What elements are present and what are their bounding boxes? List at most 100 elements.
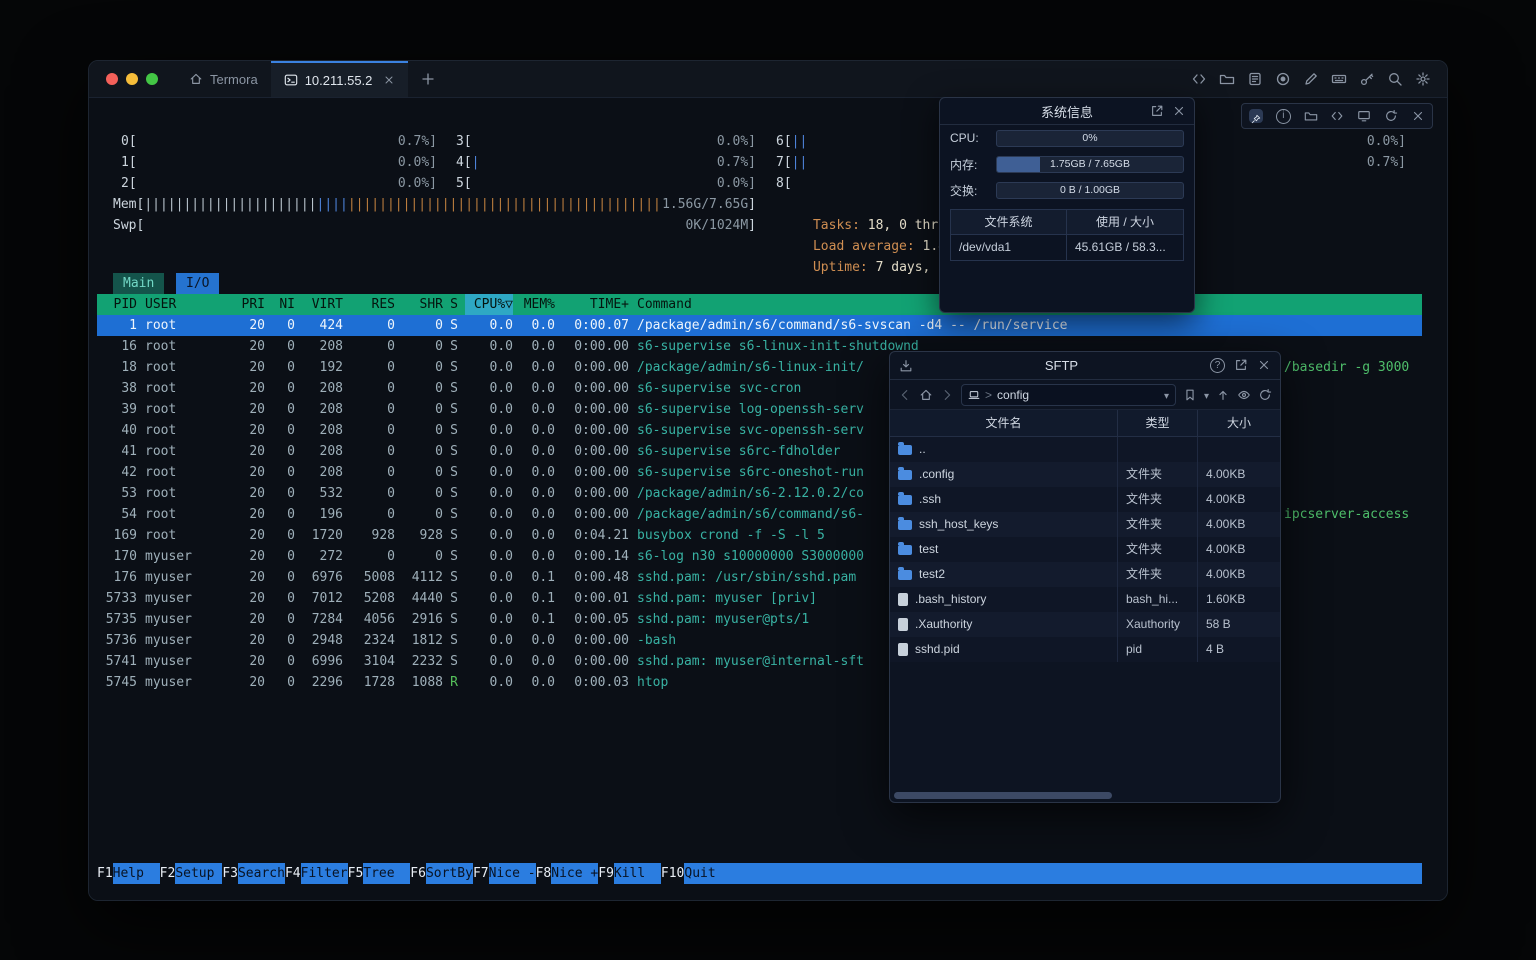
path-breadcrumb[interactable]: > config xyxy=(961,384,1176,406)
search-icon[interactable] xyxy=(1387,71,1403,87)
chevron-down-icon[interactable] xyxy=(1164,388,1169,402)
function-key[interactable]: F10 Quit xyxy=(661,863,731,884)
function-key[interactable]: F8 Nice + xyxy=(536,863,599,884)
sync-icon[interactable] xyxy=(1384,109,1398,123)
col-size[interactable]: 大小 xyxy=(1198,410,1280,436)
col-mem[interactable]: MEM% xyxy=(513,294,555,315)
cell-usage: 45.61GB / 58.3... xyxy=(1067,235,1183,260)
col-filename[interactable]: 文件名 xyxy=(890,410,1118,436)
function-key[interactable]: F2 Setup xyxy=(160,863,223,884)
tab-session[interactable]: 10.211.55.2 xyxy=(271,61,409,97)
file-row[interactable]: test 文件夹 4.00KB xyxy=(890,537,1280,562)
col-pid[interactable]: PID xyxy=(97,294,137,315)
function-key[interactable]: F9 Kill xyxy=(598,863,661,884)
function-key[interactable]: F3 Search xyxy=(222,863,285,884)
file-row[interactable]: .. xyxy=(890,437,1280,462)
fkey-number: F6 xyxy=(410,863,426,884)
edit-icon[interactable] xyxy=(1303,71,1319,87)
file-size: 1.60KB xyxy=(1198,587,1280,612)
file-row[interactable]: ssh_host_keys 文件夹 4.00KB xyxy=(890,512,1280,537)
col-virt[interactable]: VIRT xyxy=(295,294,343,315)
htop-tab-io[interactable]: I/O xyxy=(176,273,219,294)
file-type: 文件夹 xyxy=(1118,462,1198,487)
up-directory-icon[interactable] xyxy=(1216,388,1230,402)
folder-icon[interactable] xyxy=(1219,71,1235,87)
file-row[interactable]: .ssh 文件夹 4.00KB xyxy=(890,487,1280,512)
eye-icon[interactable] xyxy=(1237,388,1251,402)
function-key[interactable]: F1 Help xyxy=(97,863,160,884)
cell-virt: 6996 xyxy=(295,651,343,672)
col-shr[interactable]: SHR xyxy=(395,294,443,315)
close-tab-icon[interactable] xyxy=(383,74,395,86)
htop-tab-main[interactable]: Main xyxy=(113,273,164,294)
home-icon[interactable] xyxy=(919,388,933,402)
cell-mem: 0.0 xyxy=(513,546,555,567)
cell-time: 0:00.14 xyxy=(555,546,629,567)
code-icon[interactable] xyxy=(1330,109,1344,123)
cell-pid: 42 xyxy=(97,462,137,483)
log-icon[interactable] xyxy=(1247,71,1263,87)
file-row[interactable]: .config 文件夹 4.00KB xyxy=(890,462,1280,487)
close-window-button[interactable] xyxy=(106,73,118,85)
col-user[interactable]: USER xyxy=(137,294,223,315)
filesystem-row[interactable]: /dev/vda1 45.61GB / 58.3... xyxy=(951,235,1183,260)
function-key[interactable]: F7 Nice - xyxy=(473,863,536,884)
function-key[interactable]: F4 Filter xyxy=(285,863,348,884)
cell-user: root xyxy=(137,483,223,504)
process-row[interactable]: 1 root 20 0 424 0 0 S 0.0 0.0 0:00.07 /p… xyxy=(97,315,1422,336)
back-icon[interactable] xyxy=(898,388,912,402)
cpu-meter-1: 1[0.0%] xyxy=(121,152,437,173)
key-icon[interactable] xyxy=(1359,71,1375,87)
help-icon[interactable] xyxy=(1210,358,1225,373)
breadcrumb-segment[interactable]: config xyxy=(997,388,1029,402)
col-pri[interactable]: PRI xyxy=(223,294,265,315)
open-in-window-icon[interactable] xyxy=(1234,358,1248,372)
monitor-icon[interactable] xyxy=(1357,109,1371,123)
file-size: 4.00KB xyxy=(1198,487,1280,512)
col-res[interactable]: RES xyxy=(343,294,395,315)
close-icon[interactable] xyxy=(1411,109,1425,123)
cell-res: 0 xyxy=(343,504,395,525)
cell-virt: 1720 xyxy=(295,525,343,546)
new-tab-button[interactable] xyxy=(408,61,448,97)
file-row[interactable]: .bash_history bash_hi... 1.60KB xyxy=(890,587,1280,612)
file-row[interactable]: sshd.pid pid 4 B xyxy=(890,637,1280,662)
forward-icon[interactable] xyxy=(940,388,954,402)
cell-virt: 272 xyxy=(295,546,343,567)
record-icon[interactable] xyxy=(1275,71,1291,87)
col-type[interactable]: 类型 xyxy=(1118,410,1198,436)
close-icon[interactable] xyxy=(1172,104,1186,118)
bookmark-icon[interactable] xyxy=(1183,388,1197,402)
refresh-icon[interactable] xyxy=(1258,388,1272,402)
col-s[interactable]: S xyxy=(443,294,465,315)
bookmark-chevron-icon[interactable] xyxy=(1204,388,1209,402)
download-icon[interactable] xyxy=(899,359,913,373)
folder-icon[interactable] xyxy=(1304,109,1318,123)
scrollbar-thumb[interactable] xyxy=(894,792,1112,799)
zoom-window-button[interactable] xyxy=(146,73,158,85)
pin-icon[interactable] xyxy=(1249,109,1263,123)
settings-icon[interactable] xyxy=(1415,71,1431,87)
info-icon[interactable] xyxy=(1276,109,1291,124)
col-ni[interactable]: NI xyxy=(265,294,295,315)
horizontal-scrollbar xyxy=(890,790,1280,802)
minimize-window-button[interactable] xyxy=(126,73,138,85)
fkey-label: SortBy xyxy=(426,863,473,884)
fkey-number: F5 xyxy=(348,863,364,884)
file-size: 4.00KB xyxy=(1198,512,1280,537)
close-icon[interactable] xyxy=(1257,358,1271,372)
function-key[interactable]: F6 SortBy xyxy=(410,863,473,884)
fkey-number: F10 xyxy=(661,863,684,884)
cell-pid: 39 xyxy=(97,399,137,420)
keyboard-icon[interactable] xyxy=(1331,71,1347,87)
function-key[interactable]: F5 Tree xyxy=(348,863,411,884)
col-cpu-sort[interactable]: CPU%▽ xyxy=(465,294,513,315)
file-row[interactable]: test2 文件夹 4.00KB xyxy=(890,562,1280,587)
col-time[interactable]: TIME+ xyxy=(555,294,629,315)
cell-ni: 0 xyxy=(265,462,295,483)
cell-pri: 20 xyxy=(223,609,265,630)
file-row[interactable]: .Xauthority Xauthority 58 B xyxy=(890,612,1280,637)
open-in-window-icon[interactable] xyxy=(1150,104,1164,118)
code-icon[interactable] xyxy=(1191,71,1207,87)
tab-termora[interactable]: Termora xyxy=(176,61,271,97)
